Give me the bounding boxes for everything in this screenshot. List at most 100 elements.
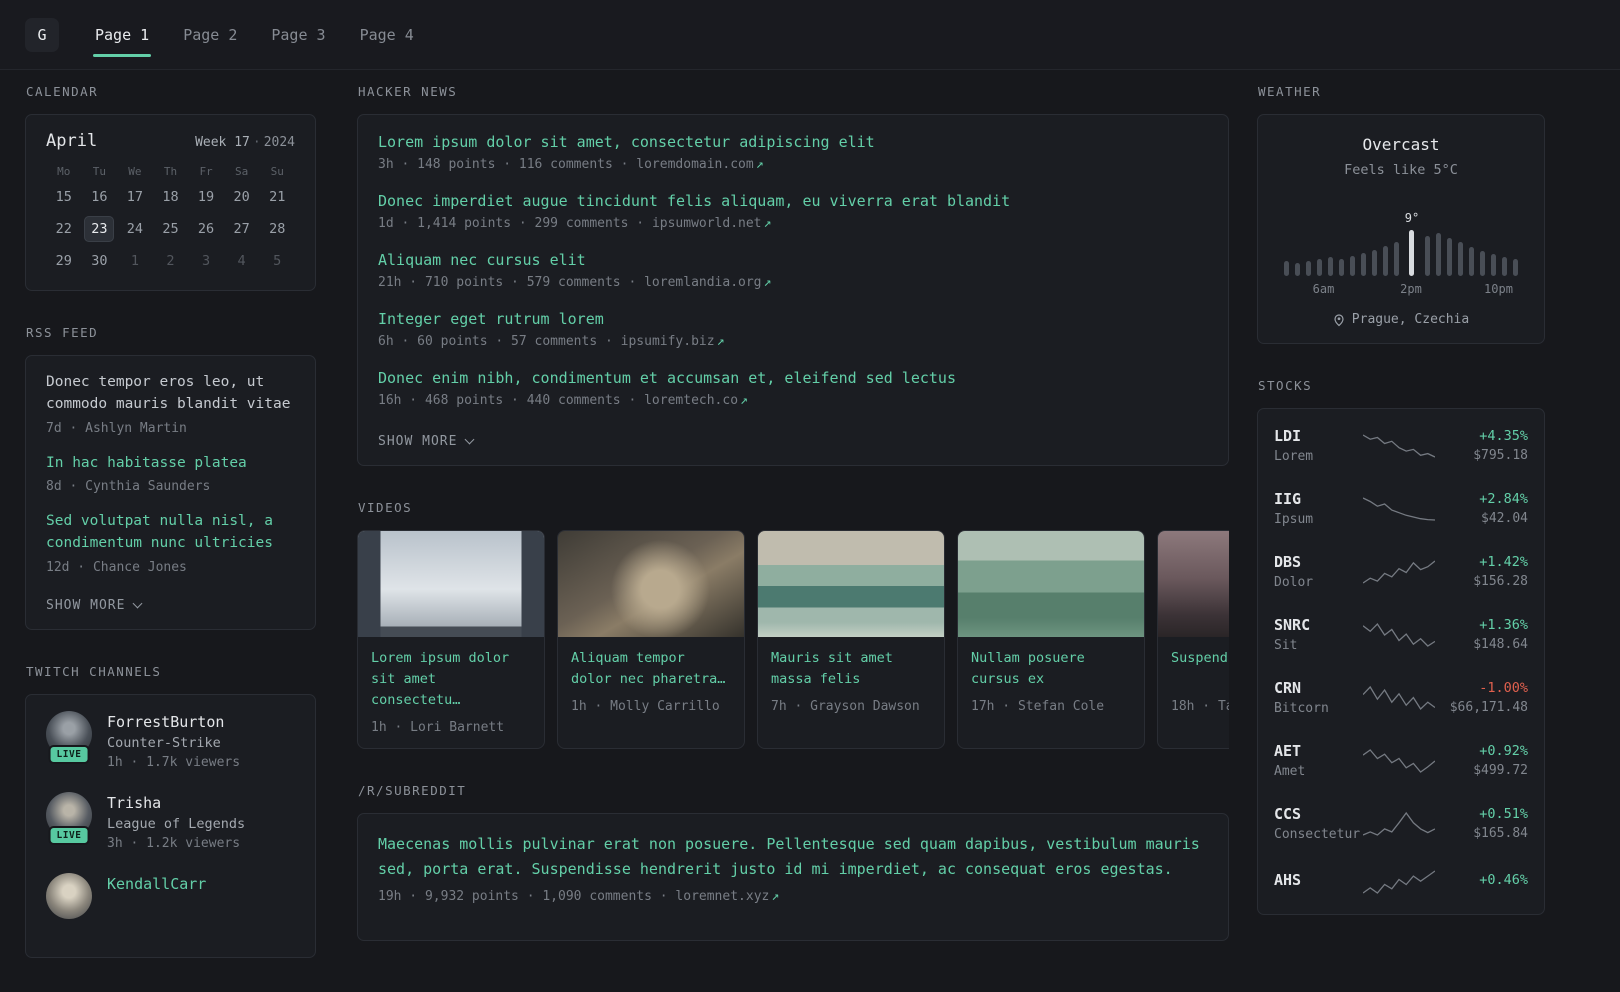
rss-show-more-button[interactable]: SHOW MORE: [46, 598, 143, 613]
video-thumbnail[interactable]: [1158, 531, 1229, 637]
stock-row[interactable]: DBS Dolor +1.42% $156.28: [1274, 540, 1528, 603]
external-link-icon[interactable]: ↗: [740, 393, 748, 408]
stock-values: +4.35% $795.18: [1436, 428, 1528, 463]
twitch-channel-row[interactable]: LIVE Trisha League of Legends 3h · 1.2k …: [46, 791, 295, 851]
hn-meta-text: 21h · 710 points · 579 comments ·: [378, 275, 645, 290]
stock-values: +1.42% $156.28: [1436, 554, 1528, 589]
stock-price: $66,171.48: [1449, 700, 1528, 715]
weekday-label: Sa: [235, 165, 249, 178]
stock-row[interactable]: IIG Ipsum +2.84% $42.04: [1274, 477, 1528, 540]
rss-item-meta: 7d · Ashlyn Martin: [46, 420, 187, 436]
external-link-icon[interactable]: ↗: [764, 275, 772, 290]
rss-item-title[interactable]: In hac habitasse platea: [46, 453, 295, 475]
channel-name[interactable]: Trisha: [107, 794, 245, 812]
app-logo[interactable]: G: [25, 17, 59, 52]
stock-row[interactable]: AHS +0.46%: [1274, 855, 1528, 909]
weather-bar: [1425, 236, 1431, 276]
stock-row[interactable]: CRN Bitcorn -1.00% $66,171.48: [1274, 666, 1528, 729]
video-meta: 1h · Molly Carrillo: [571, 699, 720, 714]
hn-story-title[interactable]: Donec enim nibh, condimentum et accumsan…: [378, 369, 1208, 387]
stock-identity: DBS Dolor: [1274, 553, 1362, 590]
calendar-day: 22: [55, 221, 72, 237]
weekday-label: Tu: [92, 165, 106, 178]
hn-story-meta: 16h · 468 points · 440 comments · loremt…: [378, 393, 1208, 408]
calendar-day: 4: [237, 253, 246, 269]
video-title[interactable]: Mauris sit amet massa felis: [771, 648, 931, 690]
video-title[interactable]: Nullam posuere cursus ex: [971, 648, 1131, 690]
weather-widget: WEATHER Overcast Feels like 5°C 9° 6am 2…: [1257, 84, 1545, 344]
external-link-icon[interactable]: ↗: [717, 334, 725, 349]
stock-row[interactable]: CCS Consectetur +0.51% $165.84: [1274, 792, 1528, 855]
stock-change: +0.92%: [1479, 743, 1528, 759]
stock-name: Amet: [1274, 764, 1306, 779]
channel-name[interactable]: ForrestBurton: [107, 713, 240, 731]
hn-story-title[interactable]: Aliquam nec cursus elit: [378, 251, 1208, 269]
channel-name[interactable]: KendallCarr: [107, 875, 206, 893]
reddit-meta-text: 19h · 9,932 points · 1,090 comments ·: [378, 889, 676, 905]
video-thumbnail[interactable]: [758, 531, 944, 637]
tab-page-1[interactable]: Page 1: [93, 22, 152, 57]
twitch-channel-row[interactable]: LIVE ForrestBurton Counter-Strike 1h · 1…: [46, 710, 295, 770]
external-link-icon[interactable]: ↗: [756, 157, 764, 172]
stock-price: $42.04: [1481, 511, 1528, 526]
tab-page-3[interactable]: Page 3: [269, 22, 327, 48]
stock-row[interactable]: AET Amet +0.92% $499.72: [1274, 729, 1528, 792]
chevron-down-icon: [465, 434, 475, 445]
calendar-day: 23: [84, 216, 115, 242]
stock-symbol: AET: [1274, 742, 1302, 760]
hn-story-title[interactable]: Lorem ipsum dolor sit amet, consectetur …: [378, 133, 1208, 151]
rss-item-title[interactable]: Sed volutpat nulla nisl, a condimentum n…: [46, 511, 295, 555]
video-thumbnail[interactable]: [358, 531, 544, 637]
hn-story-domain[interactable]: loremdomain.com: [636, 157, 753, 172]
stock-symbol: IIG: [1274, 490, 1302, 508]
avatar-wrap: LIVE: [46, 710, 92, 764]
stock-row[interactable]: SNRC Sit +1.36% $148.64: [1274, 603, 1528, 666]
rss-item: In hac habitasse platea 8d · Cynthia Sau…: [46, 453, 295, 495]
external-link-icon[interactable]: ↗: [771, 889, 779, 904]
weather-bar: [1502, 257, 1508, 276]
twitch-channel-row[interactable]: KendallCarr: [46, 872, 295, 919]
hn-story-domain[interactable]: ipsumworld.net: [652, 216, 762, 231]
hn-story-title[interactable]: Integer eget rutrum lorem: [378, 310, 1208, 328]
video-title[interactable]: Lorem ipsum dolor sit amet consectetu…: [371, 648, 531, 711]
calendar-day: 18: [162, 189, 179, 205]
show-more-label: SHOW MORE: [378, 434, 458, 449]
video-thumbnail[interactable]: [558, 531, 744, 637]
external-link-icon[interactable]: ↗: [764, 216, 772, 231]
twitch-panel: LIVE ForrestBurton Counter-Strike 1h · 1…: [25, 693, 316, 958]
weather-hourly-chart: 9°: [1276, 192, 1526, 276]
hn-show-more-button[interactable]: SHOW MORE: [378, 434, 475, 449]
stock-values: +0.51% $165.84: [1436, 806, 1528, 841]
calendar-day: 15: [55, 189, 72, 205]
video-body: Mauris sit amet massa felis 7h · Grayson…: [758, 637, 944, 727]
stock-row[interactable]: LDI Lorem +4.35% $795.18: [1274, 414, 1528, 477]
reddit-post-title[interactable]: Maecenas mollis pulvinar erat non posuer…: [378, 832, 1208, 882]
video-thumbnail[interactable]: [958, 531, 1144, 637]
tab-page-2[interactable]: Page 2: [181, 22, 239, 48]
stock-sparkline: [1362, 432, 1436, 460]
hn-story-meta: 1d · 1,414 points · 299 comments · ipsum…: [378, 216, 1208, 231]
calendar-day: 28: [269, 221, 286, 237]
hn-story-domain[interactable]: ipsumify.biz: [621, 334, 715, 349]
avatar: [46, 872, 92, 919]
calendar-day: 26: [197, 221, 215, 237]
calendar-widget: CALENDAR April Week 17 · 2024 Mo Tu We Th …: [25, 84, 316, 291]
hn-story-title[interactable]: Donec imperdiet augue tincidunt felis al…: [378, 192, 1208, 210]
separator-dot: ·: [252, 135, 261, 150]
calendar-weekday-row: Mo Tu We Th Fr Sa Su: [46, 165, 295, 184]
chevron-down-icon: [133, 598, 143, 609]
hn-story-domain[interactable]: loremtech.co: [644, 393, 738, 408]
stock-price: $165.84: [1473, 826, 1528, 841]
avatar-wrap: [46, 872, 92, 919]
video-title[interactable]: Suspendisse diam: [1171, 648, 1229, 690]
hn-story-meta: 3h · 148 points · 116 comments · loremdo…: [378, 157, 1208, 172]
calendar-panel: April Week 17 · 2024 Mo Tu We Th Fr Sa Su …: [25, 114, 316, 291]
tab-page-4[interactable]: Page 4: [358, 22, 416, 48]
rss-item-title[interactable]: Donec tempor eros leo, ut commodo mauris…: [46, 372, 295, 416]
stocks-widget: STOCKS LDI Lorem +4.35% $795.18 IIG Ipsu…: [1257, 378, 1545, 915]
weekday-label: Mo: [57, 165, 71, 178]
weather-bar: 9°: [1405, 211, 1419, 276]
video-title[interactable]: Aliquam tempor dolor nec pharetra…: [571, 648, 731, 690]
hn-story-domain[interactable]: loremlandia.org: [644, 275, 761, 290]
reddit-post-domain[interactable]: loremnet.xyz: [675, 889, 769, 904]
